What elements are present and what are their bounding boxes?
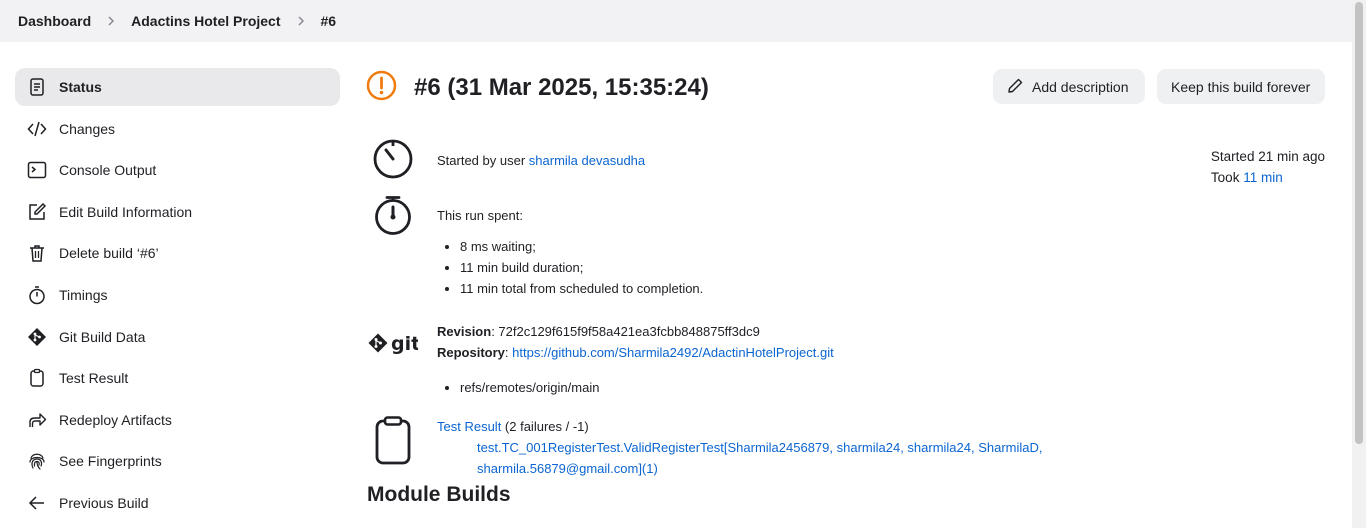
sidebar-item-label: Test Result	[59, 370, 129, 387]
list-item: 8 ms waiting;	[460, 236, 703, 257]
module-builds-heading: Module Builds	[367, 483, 511, 506]
page-title: #6 (31 Mar 2025, 15:35:24)	[414, 74, 709, 101]
build-header: #6 (31 Mar 2025, 15:35:24)	[366, 70, 709, 106]
test-result-row: Test Result (2 failures / -1) test.TC_00…	[366, 416, 1043, 479]
sidebar-item-redeploy-artifacts[interactable]: Redeploy Artifacts	[15, 401, 340, 439]
sidebar-item-label: Status	[59, 79, 102, 95]
took-label: Took	[1210, 170, 1244, 185]
vertical-scrollbar[interactable]	[1352, 0, 1366, 528]
list-item: 11 min build duration;	[460, 257, 703, 278]
chevron-right-icon	[295, 15, 307, 27]
list-item: refs/remotes/origin/main	[460, 377, 834, 398]
test-result-link[interactable]: Test Result	[437, 419, 501, 434]
sidebar-item-timings[interactable]: Timings	[15, 276, 340, 314]
started-by-row: Started by user sharmila devasudha	[366, 138, 645, 180]
scrollbar-thumb[interactable]	[1355, 2, 1363, 444]
repository-label: Repository	[437, 345, 505, 360]
timing-heading: This run spent:	[437, 208, 523, 223]
fingerprint-icon	[26, 450, 48, 472]
stopwatch-icon	[366, 195, 420, 299]
git-icon	[26, 326, 48, 348]
sidebar-item-label: See Fingerprints	[59, 453, 162, 470]
keep-forever-label: Keep this build forever	[1171, 78, 1311, 95]
git-row: git Revision: 72f2c129f615f9f58a421ea3fc…	[366, 321, 834, 398]
warning-status-icon	[366, 70, 397, 106]
sidebar-item-see-fingerprints[interactable]: See Fingerprints	[15, 442, 340, 480]
pencil-icon	[1007, 77, 1032, 97]
clipboard-icon	[26, 367, 48, 389]
stopwatch-icon	[26, 284, 48, 306]
add-description-button[interactable]: Add description	[993, 69, 1145, 104]
timing-list: 8 ms waiting; 11 min build duration; 11 …	[437, 236, 703, 299]
trash-icon	[26, 242, 48, 264]
breadcrumb-build[interactable]: #6	[321, 13, 337, 29]
repository-link[interactable]: https://github.com/Sharmila2492/AdactinH…	[512, 345, 834, 360]
timing-row: This run spent: 8 ms waiting; 11 min bui…	[366, 195, 703, 299]
revision-label: Revision	[437, 324, 492, 339]
code-icon	[26, 118, 48, 140]
keep-build-forever-button[interactable]: Keep this build forever	[1157, 69, 1325, 104]
sidebar-item-changes[interactable]: Changes	[15, 110, 340, 148]
sidebar-item-label: Redeploy Artifacts	[59, 411, 172, 428]
failed-test-line-1: test.TC_001RegisterTest.ValidRegisterTes…	[477, 440, 1043, 455]
breadcrumb-dashboard[interactable]: Dashboard	[18, 13, 91, 29]
sidebar-item-label: Console Output	[59, 162, 157, 179]
sidebar-item-edit-build-information[interactable]: Edit Build Information	[15, 193, 340, 231]
breadcrumb: Dashboard Adactins Hotel Project #6	[0, 0, 1352, 42]
sidebar-item-label: Changes	[59, 120, 116, 137]
git-logo: git	[366, 321, 420, 398]
arrow-left-icon	[26, 492, 48, 514]
sidebar-item-test-result[interactable]: Test Result	[15, 359, 340, 397]
test-summary: (2 failures / -1)	[501, 419, 589, 434]
sidebar-item-git-build-data[interactable]: Git Build Data	[15, 318, 340, 356]
failed-test-line-2: sharmila.56879@gmail.com](1)	[477, 461, 658, 476]
duration-link[interactable]: 11 min	[1243, 170, 1283, 185]
list-item: 11 min total from scheduled to completio…	[460, 278, 703, 299]
sidebar: Status Changes Console Output Edit Build…	[15, 68, 340, 526]
sidebar-item-label: Previous Build	[59, 494, 149, 511]
terminal-icon	[26, 159, 48, 181]
started-by-text: Started by user	[437, 153, 529, 168]
sidebar-item-label: Git Build Data	[59, 328, 146, 345]
sidebar-item-previous-build[interactable]: Previous Build	[15, 484, 340, 522]
sidebar-item-label: Edit Build Information	[59, 203, 193, 220]
document-icon	[26, 76, 48, 98]
revision-value: : 72f2c129f615f9f58a421ea3fcbb848875ff3d…	[491, 324, 760, 339]
redeploy-icon	[26, 409, 48, 431]
sidebar-item-label: Timings	[59, 286, 108, 303]
edit-icon	[26, 201, 48, 223]
started-ago: Started 21 min ago	[1210, 149, 1325, 164]
sidebar-item-console-output[interactable]: Console Output	[15, 151, 340, 189]
failed-test-link[interactable]: test.TC_001RegisterTest.ValidRegisterTes…	[477, 440, 1043, 476]
breadcrumb-project[interactable]: Adactins Hotel Project	[131, 13, 280, 29]
user-link[interactable]: sharmila devasudha	[529, 153, 645, 168]
clock-icon	[366, 138, 420, 180]
sidebar-item-delete-build[interactable]: Delete build ‘#6’	[15, 234, 340, 272]
add-description-label: Add description	[1032, 78, 1129, 95]
clipboard-icon	[366, 416, 420, 479]
build-meta: Started 21 min ago Took 11 min	[1211, 146, 1325, 188]
sidebar-item-status[interactable]: Status	[15, 68, 340, 106]
chevron-right-icon	[105, 15, 117, 27]
sidebar-item-label: Delete build ‘#6’	[59, 245, 159, 262]
git-logo-text: git	[391, 333, 418, 355]
refs-list: refs/remotes/origin/main	[437, 377, 834, 398]
